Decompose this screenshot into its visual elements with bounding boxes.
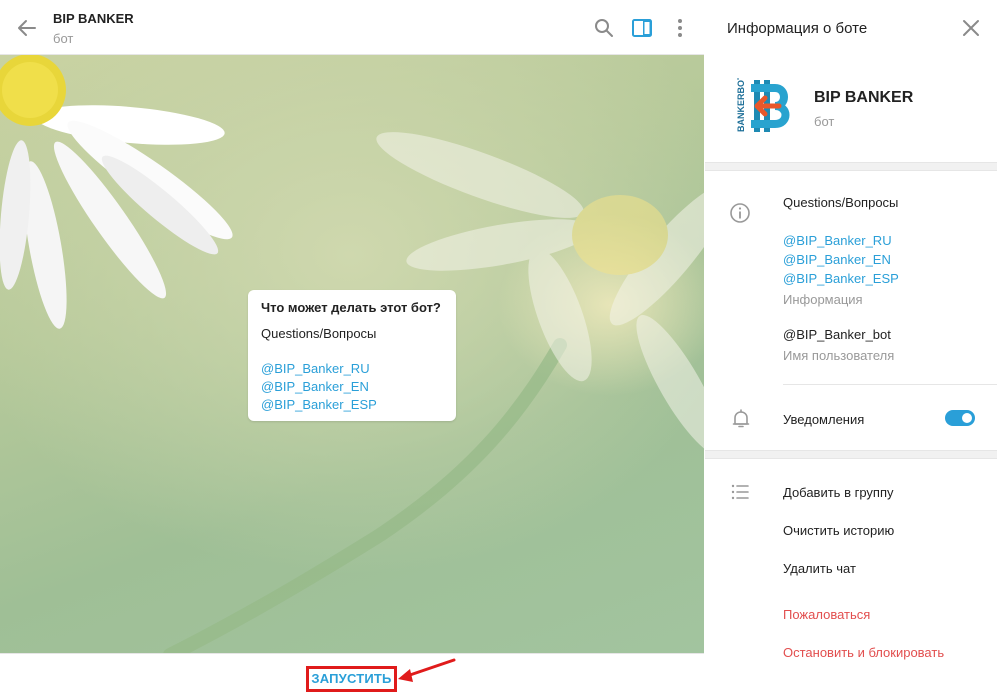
delete-chat-action[interactable]: Удалить чат [783, 561, 856, 576]
bot-info-panel: Информация о боте BANKERBOT BIP BANKER б… [705, 0, 997, 700]
bot-card-title: Что может делать этот бот? [261, 300, 441, 315]
list-icon [731, 484, 749, 500]
arrow-left-icon [18, 20, 36, 36]
bot-card-link-esp[interactable]: @BIP_Banker_ESP [261, 396, 443, 414]
bot-description-card: Что может делать этот бот? Questions/Воп… [248, 290, 456, 421]
info-icon [730, 203, 750, 223]
panel-bot-name: BIP BANKER [814, 89, 914, 106]
notifications-toggle[interactable] [945, 410, 975, 426]
toggle-info-panel-button[interactable] [630, 16, 654, 40]
more-vertical-icon [678, 19, 682, 37]
info-link-en[interactable]: @BIP_Banker_EN [783, 252, 891, 267]
section-divider [705, 162, 997, 171]
bot-card-link-ru[interactable]: @BIP_Banker_RU [261, 360, 443, 378]
section-divider [705, 450, 997, 459]
clear-history-action[interactable]: Очистить историю [783, 523, 894, 538]
start-bot-button[interactable]: ЗАПУСТИТЬ [306, 666, 397, 692]
bot-card-link-en[interactable]: @BIP_Banker_EN [261, 378, 443, 396]
chat-wallpaper: Что может делать этот бот? Questions/Воп… [0, 55, 704, 653]
search-button[interactable] [592, 16, 616, 40]
bot-card-description: Questions/Вопросы [261, 326, 377, 341]
divider-line [783, 384, 997, 385]
info-username[interactable]: @BIP_Banker_bot [783, 327, 891, 342]
sidebar-panel-icon [632, 19, 652, 37]
info-username-label: Имя пользователя [783, 348, 895, 363]
logo-text: BANKERBOT [736, 78, 746, 132]
close-icon [963, 20, 979, 36]
banker-bot-logo: BANKERBOT [736, 74, 790, 132]
bell-icon [732, 409, 750, 428]
info-link-ru[interactable]: @BIP_Banker_RU [783, 233, 892, 248]
bot-avatar[interactable]: BANKERBOT [735, 74, 791, 134]
info-link-esp[interactable]: @BIP_Banker_ESP [783, 271, 899, 286]
add-to-group-action[interactable]: Добавить в группу [783, 485, 894, 500]
search-icon [595, 19, 613, 37]
annotation-arrow-icon [398, 658, 456, 682]
chat-title[interactable]: BIP BANKER [53, 11, 134, 26]
info-description-label: Информация [783, 292, 863, 307]
chat-header: BIP BANKER бот [0, 0, 704, 55]
toggle-knob [960, 411, 974, 425]
stop-and-block-action[interactable]: Остановить и блокировать [783, 645, 944, 660]
back-button[interactable] [13, 14, 41, 42]
notifications-label: Уведомления [783, 412, 865, 427]
chat-footer: ЗАПУСТИТЬ [0, 653, 704, 700]
report-action[interactable]: Пожаловаться [783, 607, 870, 622]
info-description: Questions/Вопросы [783, 195, 899, 210]
panel-bot-type: бот [814, 114, 835, 129]
chat-area: BIP BANKER бот Что может делать этот бот… [0, 0, 704, 700]
more-menu-button[interactable] [668, 16, 692, 40]
chat-subtitle: бот [53, 31, 74, 46]
close-panel-button[interactable] [961, 18, 981, 38]
panel-title: Информация о боте [727, 20, 868, 37]
